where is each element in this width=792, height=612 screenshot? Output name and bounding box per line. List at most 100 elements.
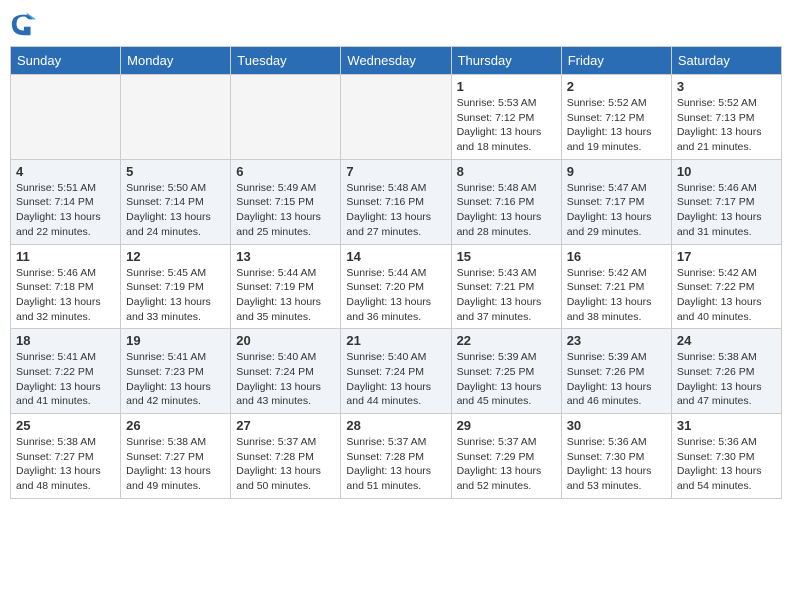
header-wednesday: Wednesday [341,47,451,75]
day-info: Sunrise: 5:38 AM Sunset: 7:27 PM Dayligh… [126,435,225,494]
day-number: 19 [126,333,225,348]
day-number: 17 [677,249,776,264]
cell-week5-day2: 27 Sunrise: 5:37 AM Sunset: 7:28 PM Dayli… [231,414,341,499]
day-info: Sunrise: 5:42 AM Sunset: 7:21 PM Dayligh… [567,266,666,325]
day-info: Sunrise: 5:43 AM Sunset: 7:21 PM Dayligh… [457,266,556,325]
cell-week3-day0: 11 Sunrise: 5:46 AM Sunset: 7:18 PM Dayli… [11,244,121,329]
calendar-table: SundayMondayTuesdayWednesdayThursdayFrid… [10,46,782,499]
cell-week4-day6: 24 Sunrise: 5:38 AM Sunset: 7:26 PM Dayli… [671,329,781,414]
day-number: 3 [677,79,776,94]
day-info: Sunrise: 5:37 AM Sunset: 7:29 PM Dayligh… [457,435,556,494]
day-info: Sunrise: 5:52 AM Sunset: 7:12 PM Dayligh… [567,96,666,155]
day-number: 31 [677,418,776,433]
day-info: Sunrise: 5:41 AM Sunset: 7:23 PM Dayligh… [126,350,225,409]
cell-week5-day6: 31 Sunrise: 5:36 AM Sunset: 7:30 PM Dayli… [671,414,781,499]
cell-week2-day0: 4 Sunrise: 5:51 AM Sunset: 7:14 PM Daylig… [11,159,121,244]
day-info: Sunrise: 5:51 AM Sunset: 7:14 PM Dayligh… [16,181,115,240]
cell-week3-day3: 14Sunrise: 5:44 AM Sunset: 7:20 PM Dayli… [341,244,451,329]
cell-week4-day1: 19 Sunrise: 5:41 AM Sunset: 7:23 PM Dayli… [121,329,231,414]
header-sunday: Sunday [11,47,121,75]
day-number: 20 [236,333,335,348]
day-info: Sunrise: 5:36 AM Sunset: 7:30 PM Dayligh… [677,435,776,494]
day-number: 21 [346,333,445,348]
page-header [10,10,782,38]
day-info: Sunrise: 5:39 AM Sunset: 7:26 PM Dayligh… [567,350,666,409]
day-number: 2 [567,79,666,94]
day-number: 14 [346,249,445,264]
header-thursday: Thursday [451,47,561,75]
cell-week1-day6: 3 Sunrise: 5:52 AM Sunset: 7:13 PM Daylig… [671,75,781,160]
day-number: 4 [16,164,115,179]
day-number: 23 [567,333,666,348]
day-info: Sunrise: 5:37 AM Sunset: 7:28 PM Dayligh… [346,435,445,494]
header-saturday: Saturday [671,47,781,75]
cell-week1-day3 [341,75,451,160]
cell-week2-day2: 6 Sunrise: 5:49 AM Sunset: 7:15 PM Daylig… [231,159,341,244]
day-number: 22 [457,333,556,348]
cell-week2-day5: 9Sunrise: 5:47 AM Sunset: 7:17 PM Daylig… [561,159,671,244]
logo [10,10,42,38]
day-info: Sunrise: 5:42 AM Sunset: 7:22 PM Dayligh… [677,266,776,325]
day-info: Sunrise: 5:45 AM Sunset: 7:19 PM Dayligh… [126,266,225,325]
cell-week1-day2 [231,75,341,160]
cell-week1-day4: 1 Sunrise: 5:53 AM Sunset: 7:12 PM Daylig… [451,75,561,160]
day-info: Sunrise: 5:50 AM Sunset: 7:14 PM Dayligh… [126,181,225,240]
day-number: 11 [16,249,115,264]
day-info: Sunrise: 5:37 AM Sunset: 7:28 PM Dayligh… [236,435,335,494]
cell-week3-day5: 16 Sunrise: 5:42 AM Sunset: 7:21 PM Dayli… [561,244,671,329]
logo-icon [10,10,38,38]
day-number: 16 [567,249,666,264]
cell-week4-day2: 20Sunrise: 5:40 AM Sunset: 7:24 PM Dayli… [231,329,341,414]
cell-week2-day1: 5 Sunrise: 5:50 AM Sunset: 7:14 PM Daylig… [121,159,231,244]
day-info: Sunrise: 5:46 AM Sunset: 7:17 PM Dayligh… [677,181,776,240]
day-info: Sunrise: 5:40 AM Sunset: 7:24 PM Dayligh… [346,350,445,409]
cell-week5-day3: 28 Sunrise: 5:37 AM Sunset: 7:28 PM Dayli… [341,414,451,499]
day-info: Sunrise: 5:49 AM Sunset: 7:15 PM Dayligh… [236,181,335,240]
day-info: Sunrise: 5:38 AM Sunset: 7:26 PM Dayligh… [677,350,776,409]
cell-week3-day1: 12Sunrise: 5:45 AM Sunset: 7:19 PM Dayli… [121,244,231,329]
day-number: 28 [346,418,445,433]
day-number: 27 [236,418,335,433]
cell-week5-day5: 30 Sunrise: 5:36 AM Sunset: 7:30 PM Dayli… [561,414,671,499]
day-number: 9 [567,164,666,179]
day-info: Sunrise: 5:41 AM Sunset: 7:22 PM Dayligh… [16,350,115,409]
day-info: Sunrise: 5:53 AM Sunset: 7:12 PM Dayligh… [457,96,556,155]
week-row-3: 11 Sunrise: 5:46 AM Sunset: 7:18 PM Dayli… [11,244,782,329]
day-number: 29 [457,418,556,433]
cell-week3-day4: 15 Sunrise: 5:43 AM Sunset: 7:21 PM Dayli… [451,244,561,329]
day-number: 18 [16,333,115,348]
day-number: 26 [126,418,225,433]
day-number: 7 [346,164,445,179]
week-row-5: 25Sunrise: 5:38 AM Sunset: 7:27 PM Dayli… [11,414,782,499]
cell-week3-day2: 13Sunrise: 5:44 AM Sunset: 7:19 PM Dayli… [231,244,341,329]
cell-week4-day4: 22 Sunrise: 5:39 AM Sunset: 7:25 PM Dayli… [451,329,561,414]
cell-week4-day0: 18 Sunrise: 5:41 AM Sunset: 7:22 PM Dayli… [11,329,121,414]
day-info: Sunrise: 5:48 AM Sunset: 7:16 PM Dayligh… [457,181,556,240]
day-info: Sunrise: 5:48 AM Sunset: 7:16 PM Dayligh… [346,181,445,240]
day-info: Sunrise: 5:39 AM Sunset: 7:25 PM Dayligh… [457,350,556,409]
day-info: Sunrise: 5:46 AM Sunset: 7:18 PM Dayligh… [16,266,115,325]
day-number: 8 [457,164,556,179]
cell-week2-day4: 8 Sunrise: 5:48 AM Sunset: 7:16 PM Daylig… [451,159,561,244]
day-number: 6 [236,164,335,179]
cell-week4-day3: 21 Sunrise: 5:40 AM Sunset: 7:24 PM Dayli… [341,329,451,414]
day-number: 1 [457,79,556,94]
cell-week4-day5: 23 Sunrise: 5:39 AM Sunset: 7:26 PM Dayli… [561,329,671,414]
day-number: 15 [457,249,556,264]
day-number: 13 [236,249,335,264]
week-row-4: 18 Sunrise: 5:41 AM Sunset: 7:22 PM Dayli… [11,329,782,414]
cell-week5-day4: 29 Sunrise: 5:37 AM Sunset: 7:29 PM Dayli… [451,414,561,499]
day-info: Sunrise: 5:36 AM Sunset: 7:30 PM Dayligh… [567,435,666,494]
day-number: 5 [126,164,225,179]
cell-week1-day1 [121,75,231,160]
header-monday: Monday [121,47,231,75]
cell-week3-day6: 17 Sunrise: 5:42 AM Sunset: 7:22 PM Dayli… [671,244,781,329]
calendar-header-row: SundayMondayTuesdayWednesdayThursdayFrid… [11,47,782,75]
day-number: 30 [567,418,666,433]
day-number: 24 [677,333,776,348]
day-info: Sunrise: 5:38 AM Sunset: 7:27 PM Dayligh… [16,435,115,494]
day-number: 10 [677,164,776,179]
header-friday: Friday [561,47,671,75]
day-info: Sunrise: 5:52 AM Sunset: 7:13 PM Dayligh… [677,96,776,155]
cell-week5-day0: 25Sunrise: 5:38 AM Sunset: 7:27 PM Dayli… [11,414,121,499]
